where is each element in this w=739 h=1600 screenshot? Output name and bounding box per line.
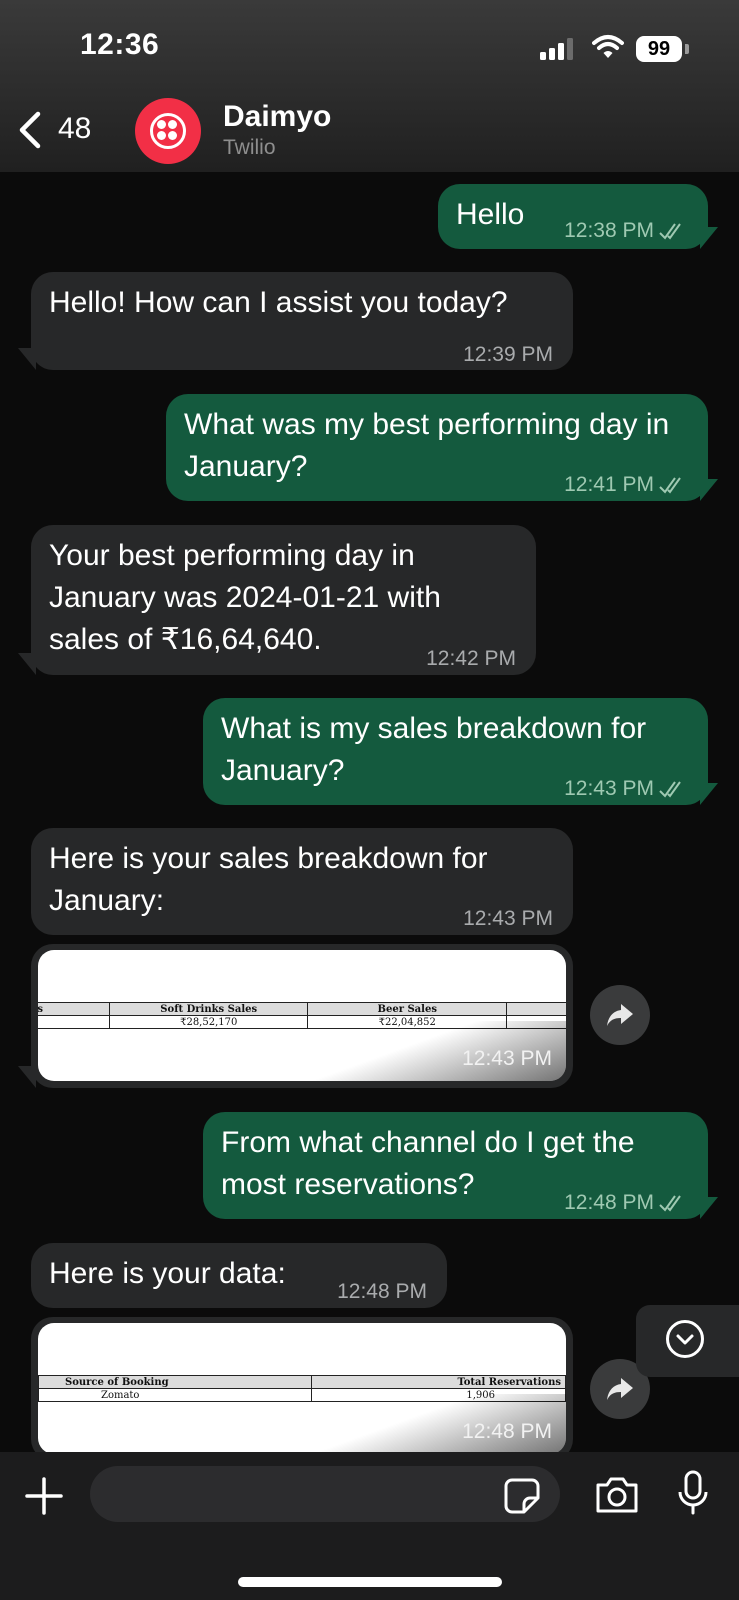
read-receipt-icon (659, 477, 681, 494)
plus-icon[interactable] (24, 1476, 64, 1516)
table-header: es (38, 1002, 110, 1016)
sticker-icon[interactable] (504, 1478, 540, 1514)
back-unread-count[interactable]: 48 (58, 112, 91, 146)
sales-breakdown-image[interactable]: es Soft Drinks Sales Beer Sales W ₹28,52… (38, 950, 566, 1081)
forward-icon (607, 1378, 633, 1400)
message-bubble-incoming[interactable]: Your best performing day in January was … (31, 525, 536, 675)
battery-tip (685, 44, 689, 54)
message-bubble-outgoing[interactable]: Hello 12:38 PM (438, 184, 708, 249)
bubble-tail (18, 653, 36, 675)
forward-icon (607, 1004, 633, 1026)
table-cell (38, 1015, 110, 1029)
message-text: Hello! How can I assist you today? (49, 286, 508, 319)
message-time: 12:48 PM (564, 1191, 654, 1214)
message-bubble-outgoing[interactable]: What was my best performing day in Janua… (166, 394, 708, 501)
message-time: 12:43 PM (463, 907, 553, 930)
read-receipt-icon (659, 781, 681, 798)
message-text: Hello (456, 198, 525, 231)
table-header: Source of Booking (38, 1375, 313, 1389)
message-time: 12:41 PM (564, 473, 654, 496)
home-indicator (238, 1577, 502, 1587)
message-meta: 12:38 PM (564, 210, 688, 252)
bubble-tail (700, 227, 718, 249)
scroll-down-button[interactable] (636, 1305, 739, 1377)
bubble-tail (18, 348, 36, 370)
bubble-tail (18, 1066, 36, 1088)
message-time: 12:43 PM (462, 1047, 552, 1070)
read-receipt-icon (659, 223, 681, 240)
twilio-logo-icon (150, 113, 186, 149)
message-time: 12:43 PM (564, 777, 654, 800)
back-chevron-icon[interactable] (14, 110, 44, 150)
table-header: Soft Drinks Sales (108, 1002, 309, 1016)
read-receipt-icon (659, 1195, 681, 1212)
table-header: W (506, 1002, 566, 1016)
chevron-down-icon (676, 1334, 694, 1345)
message-time: 12:39 PM (463, 343, 553, 366)
message-time: 12:48 PM (337, 1280, 427, 1303)
bubble-tail (700, 783, 718, 805)
message-bubble-incoming[interactable]: Here is your data: 12:48 PM (31, 1243, 447, 1308)
table-header: Beer Sales (307, 1002, 507, 1016)
contact-subtitle: Twilio (223, 136, 276, 159)
message-bubble-incoming[interactable]: Here is your sales breakdown for January… (31, 828, 573, 935)
table-cell: Zomato (38, 1388, 313, 1402)
message-bubble-outgoing[interactable]: What is my sales breakdown for January? … (203, 698, 708, 805)
message-bubble-outgoing[interactable]: From what channel do I get the most rese… (203, 1112, 708, 1219)
reservations-image[interactable]: Source of Booking Total Reservations Zom… (38, 1323, 566, 1454)
microphone-icon[interactable] (676, 1470, 710, 1516)
message-meta: 12:48 PM (564, 1182, 688, 1224)
wifi-icon (592, 35, 624, 58)
camera-icon[interactable] (594, 1476, 640, 1514)
message-time: 12:48 PM (462, 1420, 552, 1443)
signal-icon (540, 38, 573, 60)
table-cell: ₹28,52,170 (108, 1015, 309, 1029)
message-meta: 12:41 PM (564, 464, 688, 506)
contact-name[interactable]: Daimyo (223, 100, 331, 134)
message-time: 12:38 PM (564, 219, 654, 242)
chat-header (0, 0, 739, 172)
scroll-down-icon (666, 1320, 704, 1358)
message-bubble-incoming[interactable]: Hello! How can I assist you today? 12:39… (31, 272, 573, 370)
message-text: Here is your data: (49, 1257, 286, 1290)
bubble-tail (700, 479, 718, 501)
message-input[interactable] (90, 1466, 560, 1522)
bubble-tail (700, 1197, 718, 1219)
status-time: 12:36 (80, 28, 160, 61)
forward-button[interactable] (590, 985, 650, 1045)
battery-indicator: 99 (636, 36, 682, 62)
message-meta: 12:43 PM (564, 768, 688, 810)
table-header: Total Reservations (311, 1375, 566, 1389)
message-time: 12:42 PM (426, 647, 516, 670)
